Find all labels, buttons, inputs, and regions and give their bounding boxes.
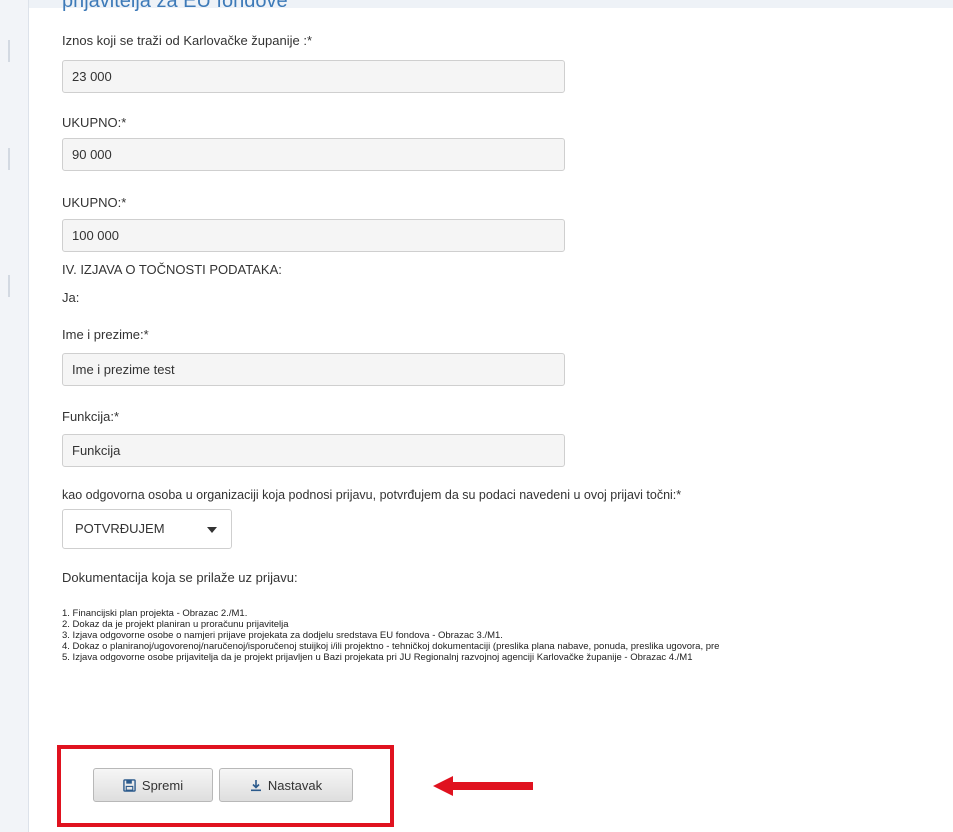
total-label-2: UKUPNO:* [62,195,127,210]
name-label: Ime i prezime:* [62,327,149,342]
arrow-left-icon [433,776,533,796]
confirmation-select[interactable]: POTVRĐUJEM [62,509,232,549]
continue-button-label: Nastavak [267,777,323,793]
sidebar-marker [8,275,10,297]
name-input[interactable] [62,353,565,386]
function-input[interactable] [62,434,565,467]
ja-label: Ja: [62,290,80,305]
total-label-1: UKUPNO:* [62,115,127,130]
documentation-heading: Dokumentacija koja se prilaže uz prijavu… [62,570,298,585]
sidebar-marker [8,148,10,170]
total-input-2[interactable] [62,219,565,252]
requested-amount-input[interactable] [62,60,565,93]
list-item: 1. Financijski plan projekta - Obrazac 2… [62,608,248,619]
floppy-disk-icon [123,778,136,792]
list-item: 3. Izjava odgovorne osobe o namjeri prij… [62,630,503,641]
save-button[interactable]: Spremi [93,768,213,802]
documents-list: 1. Financijski plan projekta - Obrazac 2… [62,608,719,663]
list-item: 4. Dokaz o planiranoj/ugovorenoj/naručen… [62,641,720,652]
sidebar-marker [8,40,10,62]
confirmation-text: kao odgovorna osoba u organizaciji koja … [62,488,682,502]
function-label: Funkcija:* [62,409,120,424]
form-panel [29,8,953,832]
left-sidebar-strip [0,0,29,832]
confirmation-select-value: POTVRĐUJEM [75,521,165,536]
list-item: 5. Izjava odgovorne osobe prijavitelja d… [62,652,693,663]
section-title: prijavitelja za EU fondove [62,0,288,12]
continue-button[interactable]: Nastavak [219,768,353,802]
list-item: 2. Dokaz da je projekt planiran u prorač… [62,619,289,630]
chevron-down-icon [207,527,217,533]
download-icon [250,779,261,791]
total-input-1[interactable] [62,138,565,171]
requested-amount-label: Iznos koji se traži od Karlovačke župani… [62,33,313,48]
declaration-heading: IV. IZJAVA O TOČNOSTI PODATAKA: [62,262,282,277]
save-button-label: Spremi [141,777,184,793]
